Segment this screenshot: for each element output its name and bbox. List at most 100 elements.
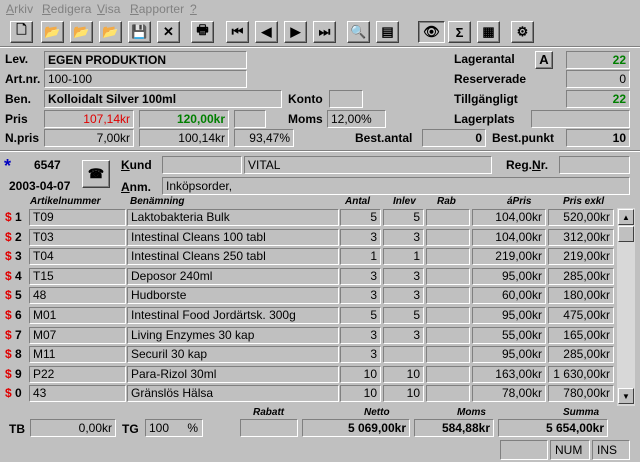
npris-field-1[interactable]: 7,00kr: [44, 129, 134, 147]
customer-lookup-icon[interactable]: ☎: [82, 160, 110, 188]
cell-prisexkl[interactable]: 165,00kr: [548, 327, 614, 344]
last-record-icon[interactable]: ⏭: [313, 21, 336, 43]
reserverade-field[interactable]: 0: [566, 70, 630, 88]
view-eye-icon[interactable]: 👁: [418, 21, 445, 43]
cell-artnr[interactable]: T15: [29, 268, 126, 285]
cell-antal[interactable]: 10: [340, 366, 381, 383]
cell-rab[interactable]: [426, 366, 470, 383]
properties-icon[interactable]: ▤: [376, 21, 399, 43]
menu-redigera[interactable]: Redigera: [42, 2, 92, 16]
first-record-icon[interactable]: ⏮: [226, 21, 249, 43]
cell-apris[interactable]: 104,00kr: [472, 229, 546, 246]
a-button[interactable]: A: [535, 51, 553, 69]
cell-inlev[interactable]: 3: [383, 268, 424, 285]
cell-prisexkl[interactable]: 285,00kr: [548, 268, 614, 285]
cell-apris[interactable]: 55,00kr: [472, 327, 546, 344]
vertical-scrollbar[interactable]: ▲ ▼: [617, 208, 635, 406]
cell-artnr[interactable]: T03: [29, 229, 126, 246]
lev-field[interactable]: EGEN PRODUKTION: [44, 51, 247, 69]
cell-benamning[interactable]: Hudborste: [127, 287, 339, 304]
cell-rab[interactable]: [426, 248, 470, 265]
cell-inlev[interactable]: 3: [383, 229, 424, 246]
delete-icon[interactable]: ✕: [157, 21, 180, 43]
previous-record-icon[interactable]: ◀: [255, 21, 278, 43]
lagerantal-field[interactable]: 22: [566, 51, 630, 69]
cell-prisexkl[interactable]: 475,00kr: [548, 307, 614, 324]
cell-inlev[interactable]: 5: [383, 307, 424, 324]
menu-visa[interactable]: Visa: [97, 2, 121, 16]
cell-benamning[interactable]: Para-Rizol 30ml: [127, 366, 339, 383]
regnr-field[interactable]: [559, 156, 630, 174]
cell-antal[interactable]: 5: [340, 307, 381, 324]
pris-extra-field[interactable]: [234, 110, 266, 128]
cell-artnr[interactable]: M07: [29, 327, 126, 344]
cell-artnr[interactable]: 43: [29, 385, 126, 402]
cell-apris[interactable]: 95,00kr: [472, 307, 546, 324]
cell-inlev[interactable]: 10: [383, 366, 424, 383]
kund-name-field[interactable]: VITAL: [244, 156, 492, 174]
cell-antal[interactable]: 10: [340, 385, 381, 402]
cell-antal[interactable]: 5: [340, 209, 381, 226]
save-icon[interactable]: 💾: [128, 21, 151, 43]
cell-artnr[interactable]: M01: [29, 307, 126, 324]
cell-inlev[interactable]: 5: [383, 209, 424, 226]
cell-apris[interactable]: 104,00kr: [472, 209, 546, 226]
cell-inlev[interactable]: 3: [383, 287, 424, 304]
cell-prisexkl[interactable]: 520,00kr: [548, 209, 614, 226]
table-icon[interactable]: ▦: [477, 21, 500, 43]
scroll-thumb[interactable]: [618, 226, 634, 242]
sum-icon[interactable]: Σ: [448, 21, 471, 43]
cell-apris[interactable]: 95,00kr: [472, 346, 546, 363]
ben-field[interactable]: Kolloidalt Silver 100ml: [44, 90, 282, 108]
cell-apris[interactable]: 95,00kr: [472, 268, 546, 285]
open-folder-icon[interactable]: 📂: [41, 21, 64, 43]
cell-artnr[interactable]: 48: [29, 287, 126, 304]
cell-prisexkl[interactable]: 1 630,00kr: [548, 366, 614, 383]
print-icon[interactable]: 🖶: [191, 21, 214, 43]
cell-rab[interactable]: [426, 229, 470, 246]
cell-benamning[interactable]: Gränslös Hälsa: [127, 385, 339, 402]
menu-arkiv[interactable]: Arkiv: [6, 2, 33, 16]
new-document-icon[interactable]: 🗋: [10, 21, 33, 43]
cell-rab[interactable]: [426, 327, 470, 344]
scroll-up-icon[interactable]: ▲: [618, 209, 634, 225]
cell-benamning[interactable]: Laktobakteria Bulk: [127, 209, 339, 226]
cell-artnr[interactable]: T09: [29, 209, 126, 226]
next-record-icon[interactable]: ▶: [284, 21, 307, 43]
lagerplats-field[interactable]: [531, 110, 630, 128]
cell-antal[interactable]: 3: [340, 287, 381, 304]
cell-prisexkl[interactable]: 312,00kr: [548, 229, 614, 246]
cell-inlev[interactable]: 3: [383, 327, 424, 344]
cell-prisexkl[interactable]: 780,00kr: [548, 385, 614, 402]
menu-help[interactable]: ?: [190, 2, 197, 16]
cell-prisexkl[interactable]: 285,00kr: [548, 346, 614, 363]
cell-antal[interactable]: 1: [340, 248, 381, 265]
cell-apris[interactable]: 163,00kr: [472, 366, 546, 383]
cell-benamning[interactable]: Living Enzymes 30 kap: [127, 327, 339, 344]
cell-rab[interactable]: [426, 209, 470, 226]
open-folder-edit-icon[interactable]: 📂: [99, 21, 122, 43]
artnr-field[interactable]: 100-100: [44, 70, 247, 88]
cell-benamning[interactable]: Deposor 240ml: [127, 268, 339, 285]
cell-benamning[interactable]: Intestinal Cleans 100 tabl: [127, 229, 339, 246]
moms-field[interactable]: 12,00%: [327, 110, 386, 128]
cell-prisexkl[interactable]: 219,00kr: [548, 248, 614, 265]
cell-apris[interactable]: 219,00kr: [472, 248, 546, 265]
cell-artnr[interactable]: P22: [29, 366, 126, 383]
kund-id-field[interactable]: [162, 156, 242, 174]
cell-rab[interactable]: [426, 385, 470, 402]
scroll-down-icon[interactable]: ▼: [618, 388, 634, 404]
cell-inlev[interactable]: 1: [383, 248, 424, 265]
cell-benamning[interactable]: Intestinal Food Jordärtsk. 300g: [127, 307, 339, 324]
cell-prisexkl[interactable]: 180,00kr: [548, 287, 614, 304]
pris-cost-field[interactable]: 107,14kr: [44, 110, 134, 128]
cell-apris[interactable]: 60,00kr: [472, 287, 546, 304]
open-folder-alt-icon[interactable]: 📂: [70, 21, 93, 43]
best-antal-field[interactable]: 0: [422, 129, 486, 147]
cell-benamning[interactable]: Intestinal Cleans 250 tabl: [127, 248, 339, 265]
best-punkt-field[interactable]: 10: [566, 129, 630, 147]
cell-rab[interactable]: [426, 268, 470, 285]
cell-antal[interactable]: 3: [340, 346, 381, 363]
cell-artnr[interactable]: M11: [29, 346, 126, 363]
npris-field-2[interactable]: 100,14kr: [139, 129, 229, 147]
